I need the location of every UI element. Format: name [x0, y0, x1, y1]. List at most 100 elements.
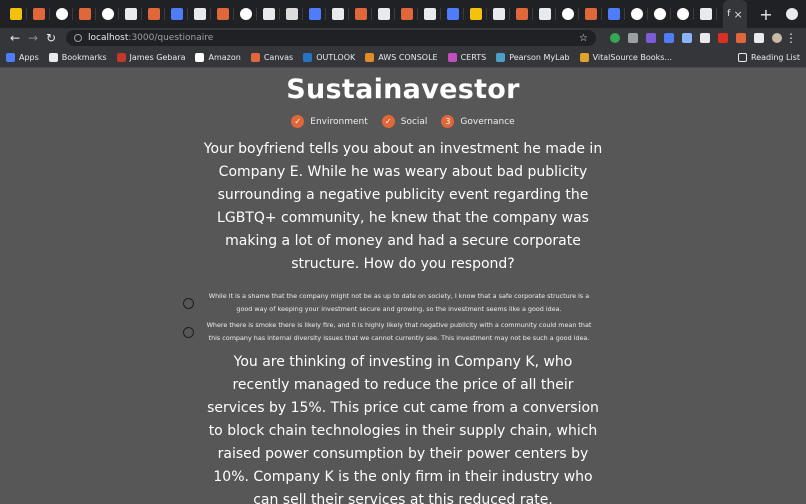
browser-tab[interactable] — [257, 0, 280, 28]
browser-tab[interactable] — [464, 0, 487, 28]
answer-radio[interactable] — [183, 297, 194, 309]
tab-favicon — [331, 8, 344, 20]
browser-tab[interactable] — [556, 0, 579, 28]
bookmark-label: OUTLOOK — [316, 53, 356, 62]
browser-tab[interactable] — [96, 0, 119, 28]
answer-radio[interactable] — [183, 326, 194, 338]
address-bar[interactable]: localhost:3000/questionaire ☆ — [66, 30, 596, 46]
browser-tab[interactable] — [671, 0, 694, 28]
browser-tab[interactable] — [602, 0, 625, 28]
avatar[interactable] — [772, 33, 782, 43]
progress-step: ✓ Social — [381, 115, 428, 128]
question-text: Your boyfriend tells you about an invest… — [203, 141, 603, 272]
step-label: Environment — [310, 116, 368, 127]
site-info-icon[interactable] — [74, 34, 82, 42]
active-tab[interactable]: f × — [723, 0, 747, 28]
google-icon — [101, 8, 114, 20]
browser-tab[interactable] — [349, 0, 372, 28]
new-tab-button[interactable]: + — [753, 5, 779, 24]
browser-tab[interactable] — [487, 0, 510, 28]
tab-favicon — [216, 8, 229, 20]
bookmark-favicon-icon — [250, 53, 260, 62]
bookmark-item[interactable]: Amazon — [195, 53, 241, 62]
back-button[interactable]: ← — [6, 31, 24, 45]
browser-tab[interactable] — [326, 0, 349, 28]
answer-option-text: Where there is smoke there is likely fir… — [206, 321, 592, 342]
forward-button[interactable]: → — [24, 31, 42, 45]
shield-icon[interactable] — [700, 33, 710, 43]
browser-tab[interactable] — [280, 0, 303, 28]
browser-tab[interactable] — [234, 0, 257, 28]
reload-button[interactable]: ↻ — [42, 31, 60, 45]
extension-icon[interactable] — [736, 33, 746, 43]
browser-tab[interactable] — [395, 0, 418, 28]
bookmark-label: Canvas — [263, 53, 294, 62]
progress-step: 3 Governance — [441, 115, 515, 128]
tab-favicon — [78, 8, 91, 20]
browser-tab[interactable] — [579, 0, 602, 28]
answer-option[interactable]: While it is a shame that the company mig… — [183, 290, 603, 316]
step-label: Social — [400, 116, 428, 127]
extension-icon[interactable] — [664, 33, 674, 43]
bookmark-star-icon[interactable]: ☆ — [579, 33, 588, 44]
questionnaire-page: Sustainavestor ✓ Environment ✓ Social 3 Gover… — [0, 62, 806, 504]
bookmark-label: Amazon — [208, 53, 241, 62]
answer-option[interactable]: Where there is smoke there is likely fir… — [183, 319, 603, 345]
extension-icon[interactable] — [628, 33, 638, 43]
extension-icon[interactable] — [718, 33, 728, 43]
bookmark-item[interactable]: James Gebara — [116, 53, 186, 62]
tab-favicon — [400, 8, 413, 20]
puzzle-icon[interactable] — [754, 33, 764, 43]
bookmark-item[interactable]: CERTS — [447, 53, 486, 62]
bookmark-label: Bookmarks — [61, 53, 107, 62]
extension-icon[interactable] — [682, 33, 692, 43]
tab-favicon — [147, 8, 160, 20]
browser-tab[interactable] — [648, 0, 671, 28]
bookmark-label: James Gebara — [129, 53, 186, 62]
bookmark-item[interactable]: Pearson MyLab — [496, 53, 570, 62]
browser-tab[interactable] — [533, 0, 556, 28]
tab-favicon — [492, 8, 505, 20]
bookmark-item[interactable]: AWS CONSOLE — [365, 53, 438, 62]
tab-favicon — [308, 8, 321, 20]
bookmark-item[interactable]: Bookmarks — [48, 53, 107, 62]
bookmark-favicon-icon — [195, 53, 205, 62]
browser-tab[interactable] — [372, 0, 395, 28]
google-icon — [55, 8, 68, 20]
browser-tab[interactable] — [211, 0, 234, 28]
bookmark-favicon-icon — [365, 53, 375, 62]
browser-tab[interactable] — [441, 0, 464, 28]
browser-tab[interactable] — [27, 0, 50, 28]
tab-favicon — [423, 8, 436, 20]
extension-icon[interactable] — [646, 33, 656, 43]
tab-favicon — [469, 8, 482, 20]
extension-icon[interactable] — [610, 33, 620, 43]
close-tab-icon[interactable]: × — [733, 8, 742, 21]
browser-tab[interactable] — [625, 0, 648, 28]
reading-list-button[interactable]: Reading List — [738, 53, 800, 62]
browser-tab[interactable] — [4, 0, 27, 28]
profile-icon[interactable] — [786, 8, 798, 20]
question-text: You are thinking of investing in Company… — [207, 354, 599, 504]
bookmark-item[interactable]: OUTLOOK — [303, 53, 355, 62]
browser-tab[interactable] — [303, 0, 326, 28]
browser-tab[interactable] — [142, 0, 165, 28]
browser-tab[interactable] — [165, 0, 188, 28]
browser-tab[interactable] — [694, 0, 717, 28]
github-icon — [561, 8, 574, 20]
bookmark-item[interactable]: Canvas — [250, 53, 294, 62]
browser-tab[interactable] — [510, 0, 533, 28]
browser-tab[interactable] — [188, 0, 211, 28]
bookmark-item[interactable]: VitalSource Books... — [579, 53, 672, 62]
progress-steps: ✓ Environment ✓ Social 3 Governance — [0, 115, 806, 128]
browser-tab[interactable] — [50, 0, 73, 28]
bookmark-item[interactable]: Apps — [6, 53, 39, 62]
tab-favicon — [607, 8, 620, 20]
page-title: Sustainavestor — [286, 74, 520, 105]
browser-tab[interactable] — [119, 0, 142, 28]
browser-tab[interactable] — [418, 0, 441, 28]
tab-favicon — [515, 8, 528, 20]
tab-favicon — [124, 8, 137, 20]
browser-tab[interactable] — [73, 0, 96, 28]
menu-icon[interactable]: ⋮ — [782, 31, 800, 45]
